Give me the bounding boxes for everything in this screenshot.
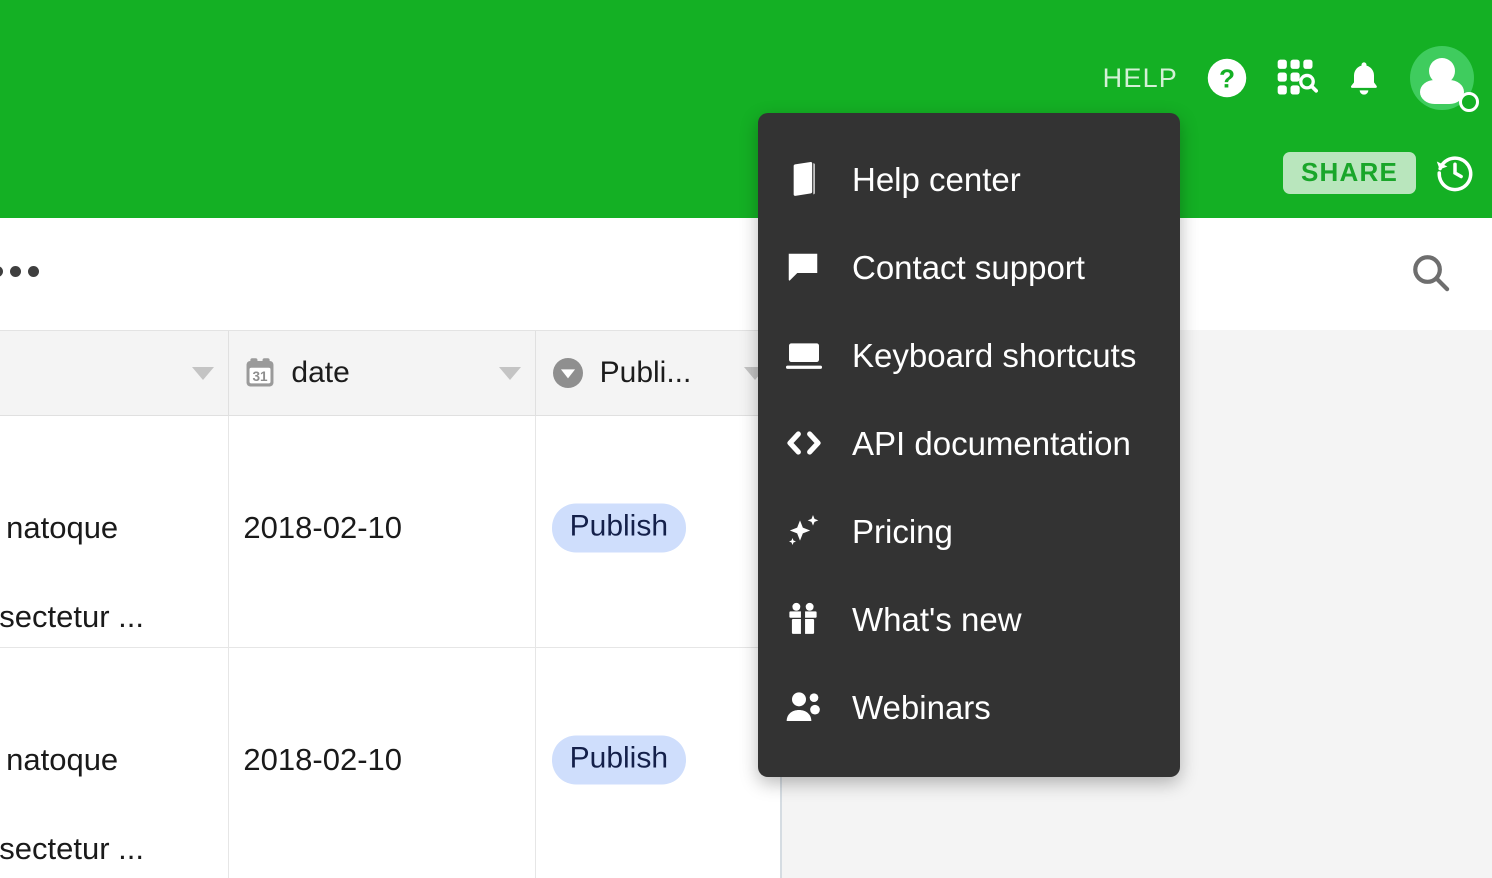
cell-date[interactable]: 2018-02-10	[229, 648, 536, 878]
menu-item-pricing[interactable]: Pricing	[758, 487, 1180, 575]
menu-item-label: Contact support	[852, 248, 1085, 286]
top-bar-actions: HELP ?	[1103, 46, 1479, 112]
cell-name[interactable]: s natoque nsectetur ...	[0, 648, 230, 878]
table-header-row: 31 date Publi...	[0, 330, 780, 416]
menu-item-label: Webinars	[852, 688, 991, 726]
menu-item-contact-support[interactable]: Contact support	[758, 223, 1180, 311]
svg-text:?: ?	[1219, 64, 1235, 94]
grid-table: 31 date Publi... s natoque	[0, 330, 782, 878]
people-icon	[784, 687, 832, 727]
history-clock-icon[interactable]	[1434, 152, 1476, 194]
menu-item-label: What's new	[852, 600, 1022, 638]
status-badge[interactable]: Publish	[551, 735, 687, 785]
cell-name-line-1: s natoque	[0, 510, 119, 545]
cell-name-line-2: nsectetur ...	[0, 599, 144, 634]
menu-item-label: Keyboard shortcuts	[852, 336, 1137, 374]
menu-item-help-center[interactable]: Help center	[758, 135, 1180, 223]
cell-date[interactable]: 2018-02-10	[229, 416, 536, 647]
cell-publish-status[interactable]: Publish	[536, 648, 780, 878]
column-header-publish[interactable]: Publi...	[536, 331, 780, 415]
cell-date-value: 2018-02-10	[243, 510, 402, 545]
help-dropdown-menu: Help center Contact support Keyboard sho…	[758, 113, 1180, 777]
menu-item-api-documentation[interactable]: API documentation	[758, 399, 1180, 487]
menu-item-label: Help center	[852, 160, 1021, 198]
menu-item-label: Pricing	[852, 512, 953, 550]
code-brackets-icon	[784, 423, 832, 463]
chevron-down-icon[interactable]	[498, 366, 521, 380]
column-header-name[interactable]	[0, 331, 230, 415]
top-bar: HELP ? SHARE	[0, 0, 1492, 218]
avatar-status-dot	[1459, 92, 1479, 112]
calendar-31-icon: 31	[243, 356, 277, 390]
share-row: SHARE	[1282, 152, 1476, 194]
keyboard-icon	[784, 335, 832, 375]
cell-name-line-2: nsectetur ...	[0, 831, 144, 866]
more-horizontal-icon[interactable]	[0, 266, 39, 277]
cell-publish-status[interactable]: Publish	[536, 416, 780, 647]
chevron-down-icon[interactable]	[192, 366, 215, 380]
app-root: HELP ? SHARE 31 date Publi... natoque se…	[0, 0, 1492, 878]
cell-name-line-1: s natoque	[0, 742, 119, 777]
gift-icon	[784, 600, 832, 638]
table-row[interactable]: s natoque nsectetur ... 2018-02-10 Publi…	[0, 416, 780, 648]
help-circle-icon[interactable]: ?	[1206, 57, 1248, 99]
avatar-body	[1420, 80, 1464, 104]
user-avatar[interactable]	[1410, 46, 1479, 112]
menu-item-whats-new[interactable]: What's new	[758, 575, 1180, 663]
menu-item-webinars[interactable]: Webinars	[758, 663, 1180, 751]
menu-item-label: API documentation	[852, 424, 1131, 462]
book-icon	[784, 159, 832, 199]
column-header-date[interactable]: 31 date	[229, 331, 536, 415]
view-toolbar	[0, 218, 1492, 330]
table-row[interactable]: s natoque nsectetur ... 2018-02-10 Publi…	[0, 648, 780, 878]
help-label[interactable]: HELP	[1103, 64, 1178, 92]
chat-bubble-icon	[784, 248, 832, 286]
status-badge[interactable]: Publish	[551, 503, 687, 553]
search-icon[interactable]	[1408, 250, 1454, 301]
share-button[interactable]: SHARE	[1282, 152, 1416, 194]
apps-search-grid-icon[interactable]	[1274, 56, 1318, 100]
sparkles-icon	[784, 511, 832, 551]
single-select-icon	[550, 355, 586, 391]
notifications-bell-icon[interactable]	[1344, 58, 1384, 98]
cell-date-value: 2018-02-10	[243, 742, 402, 777]
column-header-label: date	[291, 356, 350, 389]
svg-text:31: 31	[253, 369, 269, 384]
column-header-label: Publi...	[599, 356, 692, 389]
menu-item-keyboard-shortcuts[interactable]: Keyboard shortcuts	[758, 311, 1180, 399]
cell-name[interactable]: s natoque nsectetur ...	[0, 416, 230, 647]
